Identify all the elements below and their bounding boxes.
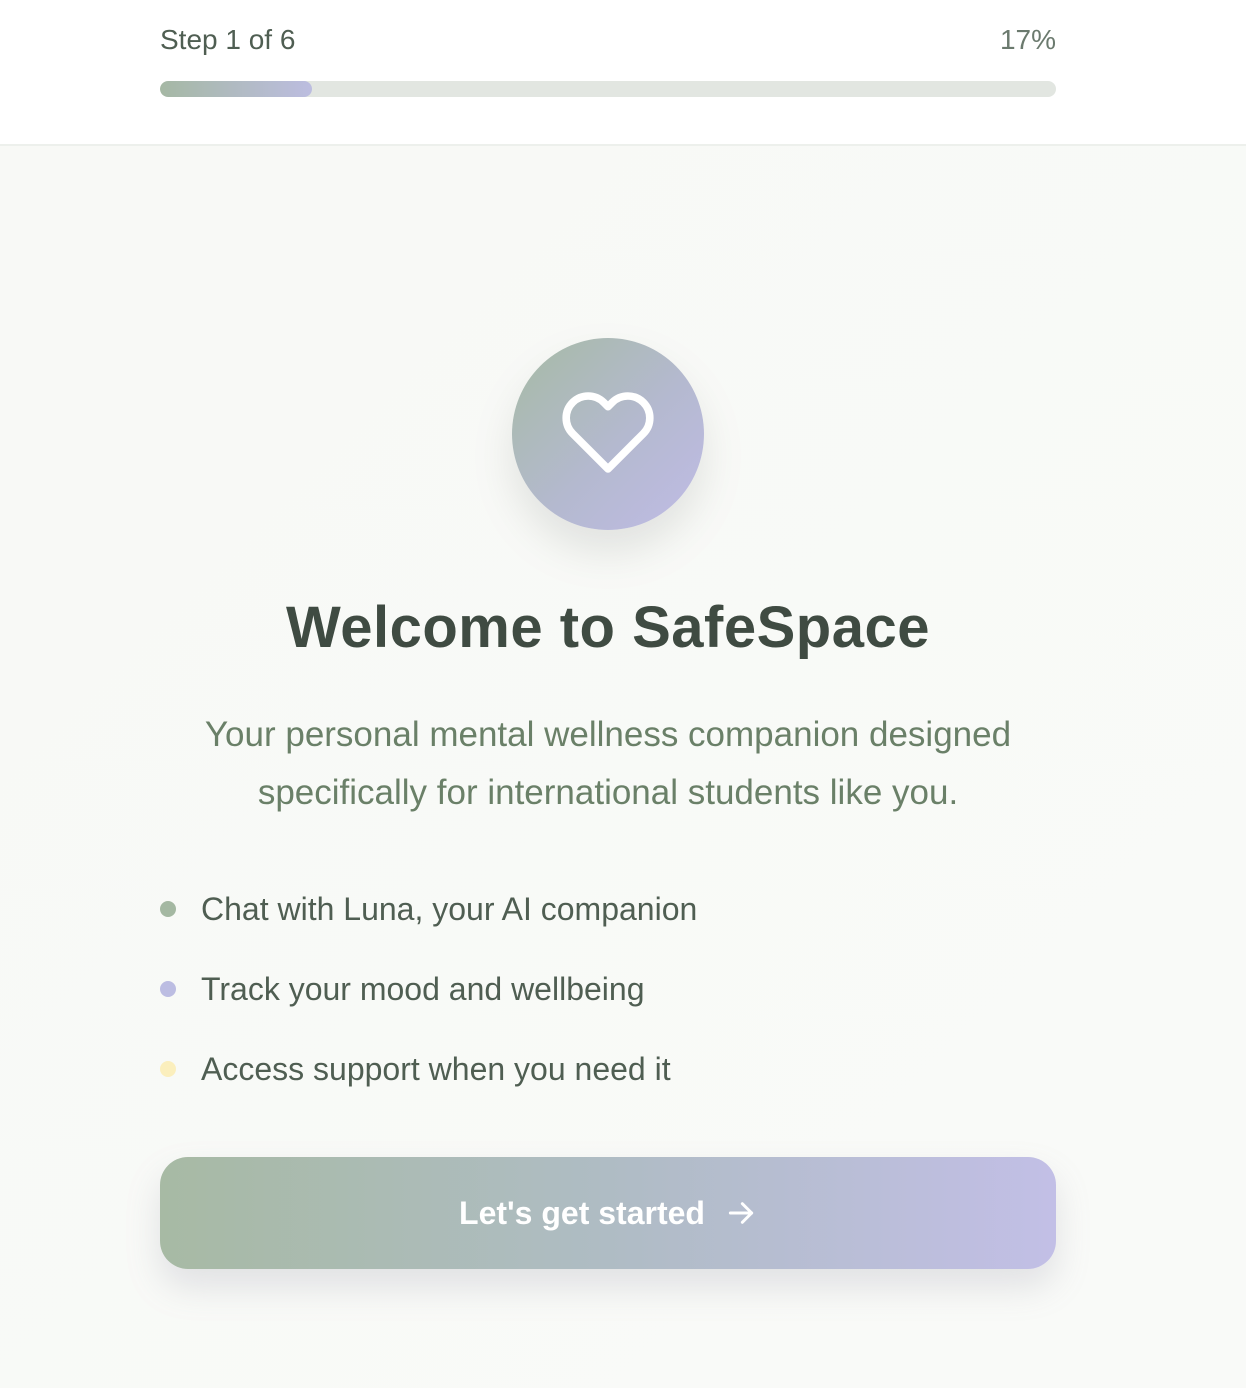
subtitle-line: specifically for international students … bbox=[257, 773, 959, 812]
page-title: Welcome to SafeSpace bbox=[286, 595, 930, 660]
heart-icon bbox=[560, 384, 656, 485]
progress-bar-fill bbox=[160, 81, 313, 97]
progress-bar bbox=[160, 81, 1056, 97]
feature-item-mood: Track your mood and wellbeing bbox=[160, 966, 1060, 1012]
bullet-dot bbox=[160, 901, 176, 917]
get-started-button[interactable]: Let's get started bbox=[160, 1157, 1056, 1269]
feature-text: Access support when you need it bbox=[201, 1050, 671, 1087]
subtitle-line: Your personal mental wellness companion … bbox=[204, 715, 1012, 754]
get-started-label: Let's get started bbox=[459, 1194, 705, 1231]
feature-text: Chat with Luna, your AI companion bbox=[201, 890, 698, 927]
progress-header: Step 1 of 6 17% bbox=[0, 0, 1246, 146]
step-indicator: Step 1 of 6 bbox=[160, 24, 296, 55]
page-subtitle: Your personal mental wellness companion … bbox=[150, 706, 1066, 822]
feature-item-support: Access support when you need it bbox=[160, 1046, 1060, 1092]
welcome-screen: Welcome to SafeSpace Your personal menta… bbox=[0, 146, 1246, 1388]
feature-list: Chat with Luna, your AI companion Track … bbox=[160, 886, 1060, 1126]
arrow-right-icon bbox=[725, 1197, 757, 1229]
feature-item-chat: Chat with Luna, your AI companion bbox=[160, 886, 1060, 932]
feature-text: Track your mood and wellbeing bbox=[201, 970, 645, 1007]
hero-badge bbox=[512, 338, 704, 530]
bullet-dot bbox=[160, 981, 176, 997]
bullet-dot bbox=[160, 1061, 176, 1077]
progress-percent: 17% bbox=[999, 24, 1056, 55]
